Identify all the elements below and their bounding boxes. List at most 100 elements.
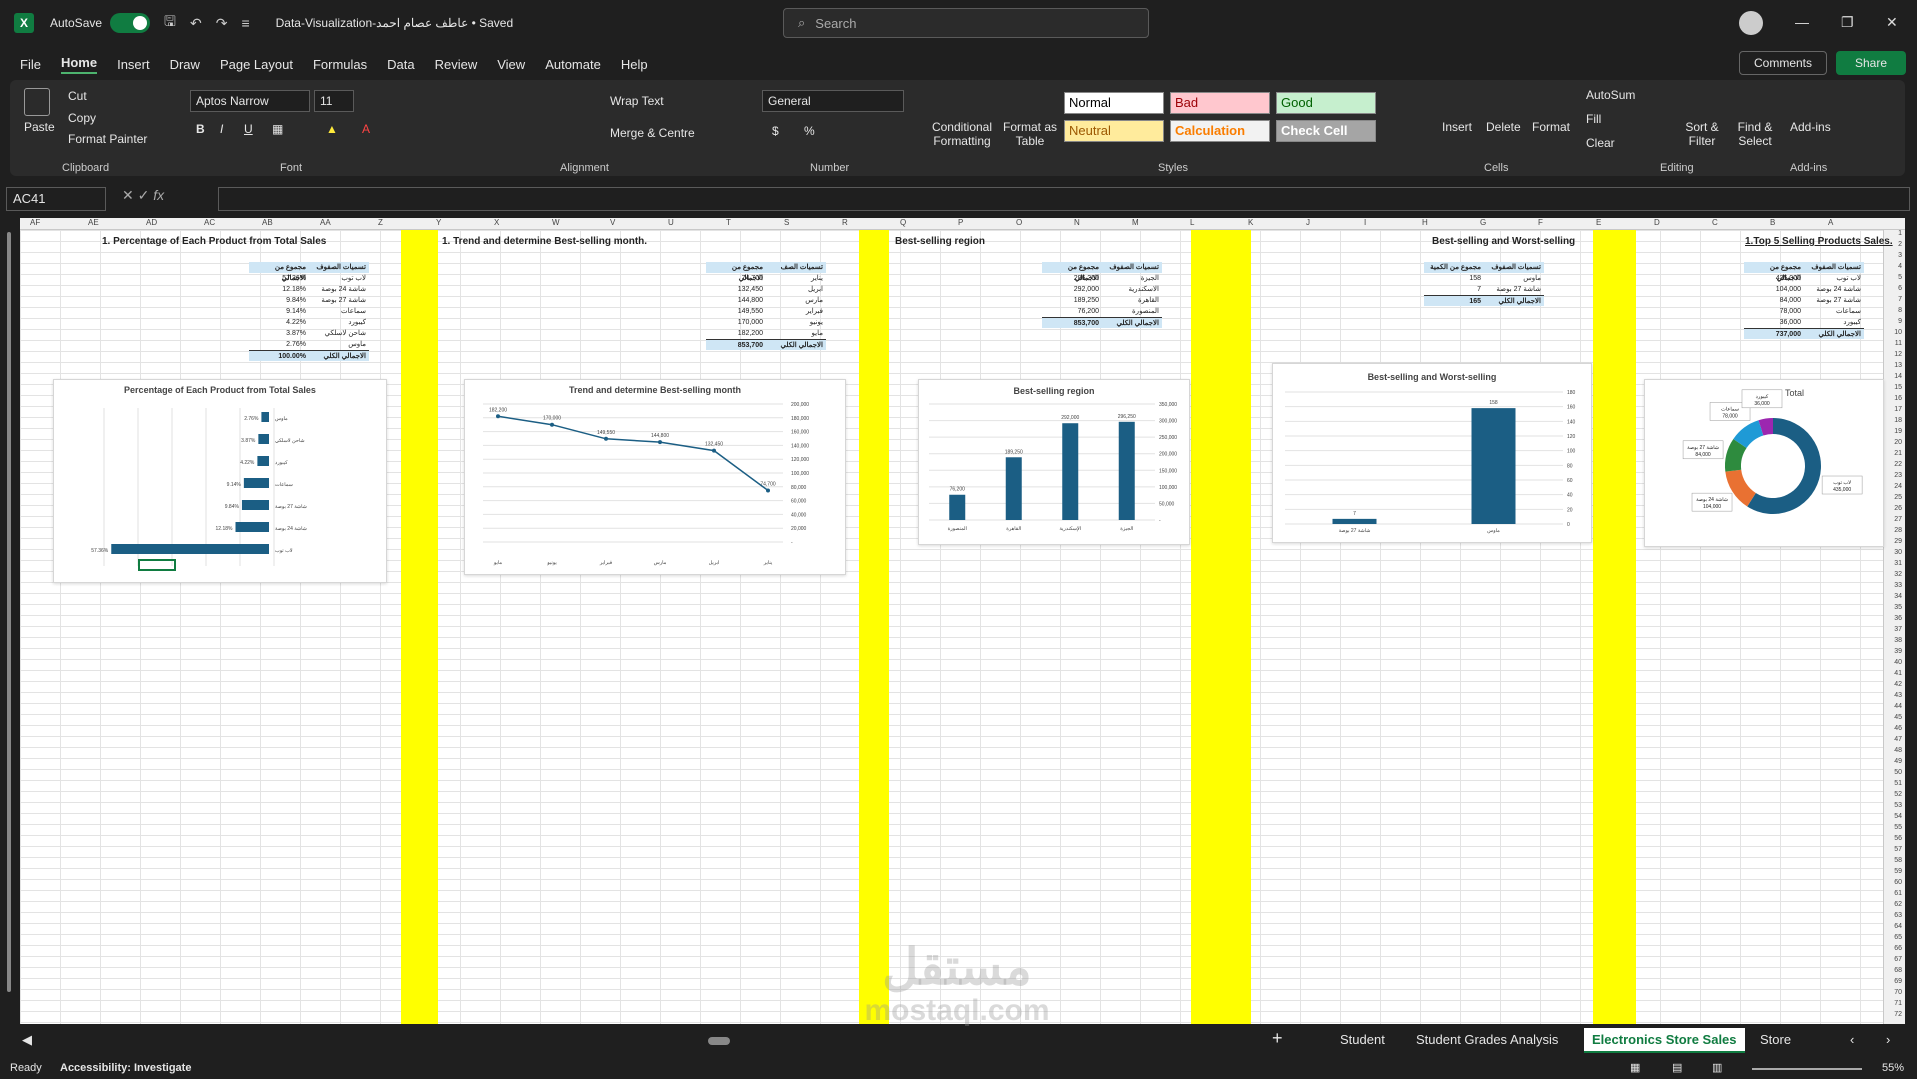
normal-view-icon[interactable]: ▦ (1630, 1061, 1640, 1074)
autosave-toggle[interactable] (110, 13, 151, 33)
zoom-level[interactable]: 55% (1882, 1062, 1904, 1074)
column-header[interactable]: A (1828, 218, 1833, 227)
row-header[interactable]: 58 (1894, 857, 1902, 864)
row-header[interactable]: 18 (1894, 417, 1902, 424)
row-header[interactable]: 10 (1894, 329, 1902, 336)
table-cell[interactable]: شاشة 24 بوصة (1804, 284, 1864, 295)
column-header[interactable]: O (1016, 218, 1022, 227)
table-row[interactable]: 170,000 يونيو (706, 317, 826, 328)
table-cell[interactable]: شاشة 27 بوصة (1484, 284, 1544, 295)
top5-doughnut-chart[interactable]: Total لاب توب 435,000 شاشة 24 بوصة 104,000 شا… (1644, 379, 1884, 547)
table-cell[interactable]: ماوس (309, 339, 369, 350)
row-header[interactable]: 20 (1894, 439, 1902, 446)
row-header[interactable]: 69 (1894, 978, 1902, 985)
row-header[interactable]: 67 (1894, 956, 1902, 963)
table-cell[interactable]: الاجمالي الكلي (1804, 329, 1864, 339)
menu-home[interactable]: Home (60, 55, 98, 74)
row-header[interactable]: 16 (1894, 395, 1902, 402)
table-header-row[interactable]: مجموع من الكمية تسميات الصفوف (1424, 262, 1544, 273)
horizontal-scrollbar[interactable] (708, 1037, 730, 1045)
table-cell[interactable]: 149,550 (706, 306, 766, 317)
table-row[interactable]: 3.87% شاحن لاسلكي (249, 328, 369, 339)
table-cell[interactable]: ابريل (766, 284, 826, 295)
table-row[interactable]: 158 ماوس (1424, 273, 1544, 284)
column-header[interactable]: W (552, 218, 560, 227)
series-line[interactable] (497, 415, 769, 492)
row-header[interactable]: 43 (1894, 692, 1902, 699)
column-header-cell[interactable]: مجموع من الاجمالي (1744, 262, 1804, 282)
table-row[interactable]: 78,000 سماعات (1744, 306, 1864, 317)
table-cell[interactable]: الاجمالي الكلي (309, 351, 369, 361)
italic-icon[interactable]: I (220, 122, 223, 136)
table-row[interactable]: 84,000 شاشة 27 بوصة (1744, 295, 1864, 306)
row-header[interactable]: 3 (1898, 252, 1902, 259)
percent-icon[interactable]: % (804, 124, 815, 138)
row-header[interactable]: 19 (1894, 428, 1902, 435)
minimize-icon[interactable]: — (1795, 14, 1809, 30)
table-cell[interactable]: المنصورة (1102, 306, 1162, 317)
table-cell[interactable]: 853,700 (706, 340, 766, 350)
data-point[interactable] (658, 440, 662, 445)
row-header[interactable]: 36 (1894, 615, 1902, 622)
row-header[interactable]: 54 (1894, 813, 1902, 820)
sort-filter-button[interactable]: Sort & Filter (1682, 120, 1722, 148)
column-header[interactable]: AC (204, 218, 215, 227)
menu-formulas[interactable]: Formulas (313, 57, 367, 72)
bar[interactable] (235, 522, 269, 532)
merge-centre-button[interactable]: Merge & Centre (610, 126, 695, 140)
row-header[interactable]: 66 (1894, 945, 1902, 952)
row-header[interactable]: 39 (1894, 648, 1902, 655)
table-header-row[interactable]: مجموع من الاجمالي تسميات الصفوف (249, 262, 369, 282)
table-row[interactable]: 853,700 الاجمالي الكلي (1042, 317, 1162, 328)
table-cell[interactable]: 737,000 (1744, 329, 1804, 339)
bar[interactable] (111, 544, 269, 554)
borders-icon[interactable]: ▦ (272, 122, 283, 136)
bar[interactable] (243, 478, 269, 488)
format-cells-button[interactable]: Format (1532, 120, 1570, 134)
table-row[interactable]: 9.84% شاشة 27 بوصة (249, 295, 369, 306)
row-header[interactable]: 5 (1898, 274, 1902, 281)
row-header[interactable]: 48 (1894, 747, 1902, 754)
bar[interactable] (257, 456, 269, 466)
menu-draw[interactable]: Draw (170, 57, 200, 72)
table-row[interactable]: 74,700 يناير (706, 273, 826, 284)
row-header[interactable]: 68 (1894, 967, 1902, 974)
table-row[interactable]: 9.14% سماعات (249, 306, 369, 317)
row-header[interactable]: 22 (1894, 461, 1902, 468)
column-header[interactable]: AD (146, 218, 157, 227)
row-header[interactable]: 31 (1894, 560, 1902, 567)
style-calculation[interactable]: Calculation (1170, 120, 1270, 142)
table-cell[interactable]: 4.22% (249, 317, 309, 328)
column-header[interactable]: Q (900, 218, 906, 227)
delete-cells-button[interactable]: Delete (1486, 120, 1521, 134)
table-cell[interactable]: يناير (766, 273, 826, 284)
data-point[interactable] (712, 448, 716, 453)
font-size-select[interactable]: 11 (314, 90, 354, 112)
column-header-cell[interactable]: مجموع من الكمية (1424, 262, 1484, 273)
table-cell[interactable]: 292,000 (1042, 284, 1102, 295)
autosum-button[interactable]: AutoSum (1586, 88, 1635, 102)
name-box[interactable]: AC41 (6, 187, 106, 211)
table-cell[interactable]: 78,000 (1744, 306, 1804, 317)
row-header[interactable]: 52 (1894, 791, 1902, 798)
menu-file[interactable]: File (20, 57, 41, 72)
row-header[interactable]: 45 (1894, 714, 1902, 721)
table-cell[interactable]: 189,250 (1042, 295, 1102, 306)
row-header[interactable]: 63 (1894, 912, 1902, 919)
customize-toolbar-icon[interactable]: ≡ (241, 15, 249, 31)
column-header[interactable]: J (1306, 218, 1310, 227)
column-header-cell[interactable]: تسميات الصفوف (1804, 262, 1864, 273)
menu-help[interactable]: Help (621, 57, 648, 72)
data-point[interactable] (604, 436, 608, 441)
number-format-select[interactable]: General (762, 90, 904, 112)
worksheet[interactable]: AF AE AD AC AB AA Z Y X W V U T S R Q P O N M L K J I H G F E D C B A 1… (20, 218, 1905, 1024)
search-input[interactable]: ⌕ Search (783, 8, 1149, 38)
table-cell[interactable]: 9.84% (249, 295, 309, 306)
table-row[interactable]: 12.18% شاشة 24 بوصة (249, 284, 369, 295)
table-row[interactable]: 2.76% ماوس (249, 339, 369, 350)
pivot-table[interactable]: مجموع من الاجمالي تسميات الصف 74,700 يناير 1… (706, 262, 826, 350)
row-header[interactable]: 72 (1894, 1011, 1902, 1018)
conditional-formatting-button[interactable]: Conditional Formatting (930, 120, 994, 148)
column-header[interactable]: R (842, 218, 848, 227)
row-header[interactable]: 30 (1894, 549, 1902, 556)
